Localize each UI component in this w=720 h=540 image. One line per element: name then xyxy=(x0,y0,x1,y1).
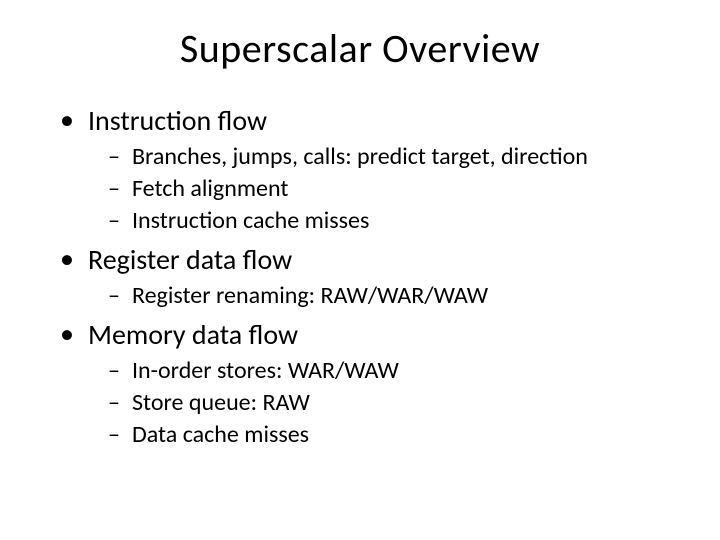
list-item-text: Instruction flow xyxy=(88,103,267,138)
dash-icon: – xyxy=(108,388,122,418)
sublist: – Register renaming: RAW/WAR/WAW xyxy=(60,281,670,311)
slide-title: Superscalar Overview xyxy=(50,24,670,73)
list-item: – Register renaming: RAW/WAR/WAW xyxy=(108,281,670,311)
list-item-text: Branches, jumps, calls: predict target, … xyxy=(132,142,588,172)
bullet-icon: • xyxy=(60,242,74,276)
bullet-icon: • xyxy=(60,317,74,351)
list-item: – Instruction cache misses xyxy=(108,206,670,236)
list-item: – Data cache misses xyxy=(108,420,670,450)
list-item: • Register data flow xyxy=(60,242,670,277)
dash-icon: – xyxy=(108,281,122,311)
sublist: – In-order stores: WAR/WAW – Store queue… xyxy=(60,356,670,450)
slide-content: • Instruction flow – Branches, jumps, ca… xyxy=(50,103,670,450)
dash-icon: – xyxy=(108,356,122,386)
list-item: • Instruction flow xyxy=(60,103,670,138)
dash-icon: – xyxy=(108,420,122,450)
dash-icon: – xyxy=(108,142,122,172)
list-item: – Store queue: RAW xyxy=(108,388,670,418)
list-item: – Fetch alignment xyxy=(108,174,670,204)
list-item: – Branches, jumps, calls: predict target… xyxy=(108,142,670,172)
list-item: – In-order stores: WAR/WAW xyxy=(108,356,670,386)
list-item-text: In-order stores: WAR/WAW xyxy=(132,356,399,386)
list-item-text: Store queue: RAW xyxy=(132,388,310,418)
list-item-text: Memory data flow xyxy=(88,317,298,352)
list-item-text: Data cache misses xyxy=(132,420,309,450)
list-item-text: Register data flow xyxy=(88,242,292,277)
sublist: – Branches, jumps, calls: predict target… xyxy=(60,142,670,236)
dash-icon: – xyxy=(108,206,122,236)
bullet-icon: • xyxy=(60,103,74,137)
list-item-text: Fetch alignment xyxy=(132,174,288,204)
list-item: • Memory data flow xyxy=(60,317,670,352)
list-item-text: Register renaming: RAW/WAR/WAW xyxy=(132,281,488,311)
list-item-text: Instruction cache misses xyxy=(132,206,369,236)
dash-icon: – xyxy=(108,174,122,204)
